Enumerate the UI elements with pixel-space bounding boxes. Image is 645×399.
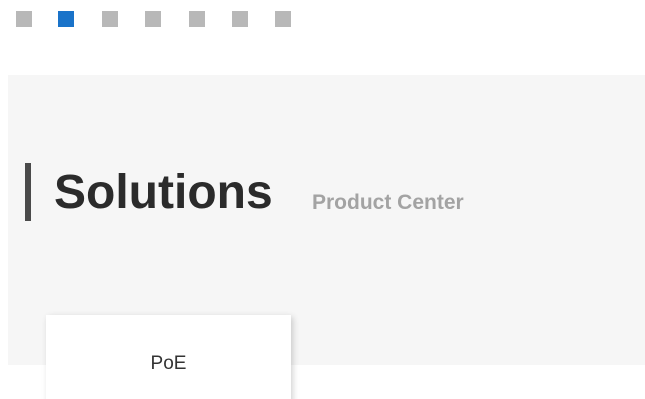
section-title: Solutions [54,166,273,219]
pager-dot-6[interactable] [232,11,248,27]
pager-dot-2[interactable] [58,11,74,27]
pager-dot-3[interactable] [102,11,118,27]
pager-dot-4[interactable] [145,11,161,27]
pager-dot-7[interactable] [275,11,291,27]
pager-dot-1[interactable] [16,11,32,27]
solution-card-label: PoE [150,353,187,374]
section-subtitle: Product Center [312,191,464,214]
page: Solutions Product Center PoE [0,0,645,399]
pager-dot-5[interactable] [189,11,205,27]
solution-card-poe[interactable]: PoE [46,315,291,399]
heading-accent-bar [25,163,31,221]
